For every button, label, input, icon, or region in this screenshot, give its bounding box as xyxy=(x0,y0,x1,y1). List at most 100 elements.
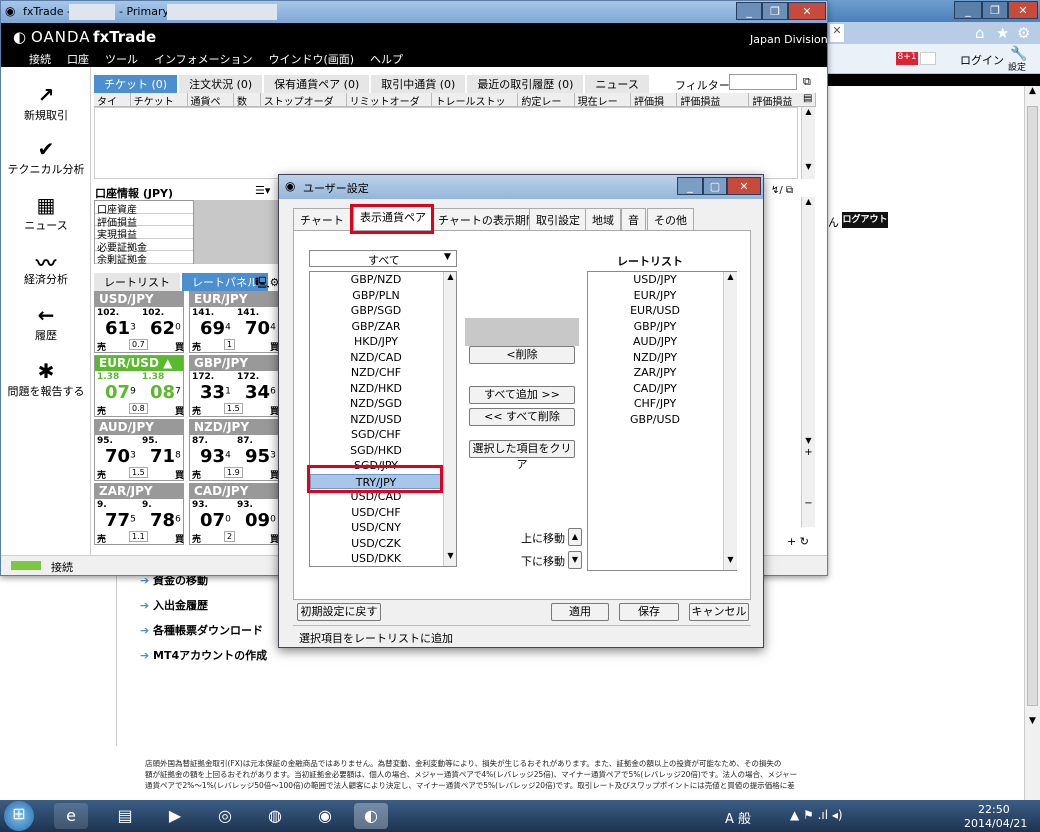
fx-minimize-button[interactable]: _ xyxy=(736,2,762,20)
login-link[interactable]: ログイン xyxy=(960,52,1004,68)
fxtrade-taskbar-icon[interactable]: ◐ xyxy=(354,803,388,829)
apply-button[interactable]: 適用 xyxy=(551,603,609,621)
list-item[interactable]: CHF/JPY xyxy=(588,396,722,412)
add-all-button[interactable]: すべて追加 >> xyxy=(469,386,575,404)
ask-quote[interactable]: 172. 346 買 xyxy=(237,372,281,417)
column-header[interactable]: 数量 xyxy=(233,93,261,106)
rate-tile[interactable]: NZD/JPY 87. 934 売 87. 953 買 1.9 xyxy=(189,419,279,481)
ask-quote[interactable]: 93. 090 買 xyxy=(237,500,281,545)
gear-icon[interactable]: ⚙ xyxy=(1017,24,1030,42)
add-button-disabled[interactable] xyxy=(465,318,579,346)
column-header[interactable]: 約定レート xyxy=(518,93,575,106)
rate-tile[interactable]: EUR/JPY 141. 694 売 141. 704 買 1 xyxy=(189,291,279,353)
dialog-close-button[interactable]: ✕ xyxy=(727,177,761,195)
dialog-tab[interactable]: 音 xyxy=(621,208,646,230)
list-item[interactable]: EUR/JPY xyxy=(588,288,722,304)
list-item[interactable]: SGD/HKD xyxy=(310,443,442,459)
dialog-tab[interactable]: 取引設定 xyxy=(529,208,587,230)
fx-restore-button[interactable]: ❐ xyxy=(762,2,788,20)
remove-all-button[interactable]: << すべて削除 xyxy=(469,408,575,426)
column-header[interactable]: 評価損益 xyxy=(630,93,678,106)
tab-close-icon[interactable]: ✕ xyxy=(830,24,844,42)
dialog-tab[interactable]: その他 xyxy=(647,208,694,230)
ask-quote[interactable]: 1.38 087 買 xyxy=(142,372,186,417)
list-item[interactable]: GBP/NZD xyxy=(310,272,442,288)
restore-button[interactable]: ❐ xyxy=(982,1,1008,19)
explorer-icon[interactable]: ▤ xyxy=(108,803,142,829)
ask-quote[interactable]: 9. 786 買 xyxy=(142,500,186,545)
list-item[interactable]: CAD/JPY xyxy=(588,381,722,397)
list-item[interactable]: ZAR/JPY xyxy=(588,365,722,381)
menu-item[interactable]: インフォメーション xyxy=(146,51,260,67)
start-button[interactable]: ⊞ xyxy=(4,801,34,831)
move-down-button[interactable]: ▼ xyxy=(568,551,582,569)
sidebar-item[interactable]: ← 履歴 xyxy=(1,303,91,343)
sidebar-item[interactable]: ▦ ニュース xyxy=(1,193,91,233)
popout-icon[interactable]: ⧉ xyxy=(803,75,811,89)
list-item[interactable]: USD/DKK xyxy=(310,551,442,566)
list-item[interactable]: NZD/JPY xyxy=(588,350,722,366)
list-item[interactable]: USD/CZK xyxy=(310,536,442,552)
star-icon[interactable]: ★ xyxy=(996,24,1009,42)
list-item[interactable]: SGD/CHF xyxy=(310,427,442,443)
rate-tile[interactable]: ZAR/JPY 9. 775 売 9. 786 買 1.1 xyxy=(94,483,184,545)
list-item[interactable]: USD/JPY xyxy=(588,272,722,288)
ratelist-list[interactable]: USD/JPY EUR/JPY EUR/USD GBP/JPY AUD/JPY NZD/J… xyxy=(587,271,737,571)
browser-scrollbar[interactable]: ▲ ▼ xyxy=(1024,86,1040,800)
ie-icon[interactable]: e xyxy=(54,803,88,829)
columns-icon[interactable]: ▤ xyxy=(803,93,812,104)
sidebar-item[interactable]: ↗ 新規取引 xyxy=(1,83,91,123)
menu-item[interactable]: ウインドウ(画面) xyxy=(260,51,362,67)
column-header[interactable]: チケットID xyxy=(130,93,188,106)
column-header[interactable]: ストップオーダー xyxy=(260,93,347,106)
reset-defaults-button[interactable]: 初期設定に戻す xyxy=(297,603,381,621)
list-item[interactable]: GBP/PLN xyxy=(310,288,442,304)
list-item[interactable]: NZD/CAD xyxy=(310,350,442,366)
dialog-tab[interactable]: チャート xyxy=(293,208,351,230)
dialog-minimize-button[interactable]: _ xyxy=(677,177,703,195)
nav-link[interactable]: ➔ MT4アカウントの作成 xyxy=(140,647,340,672)
rate-tile[interactable]: USD/JPY 102. 613 売 102. 620 買 0.7 xyxy=(94,291,184,353)
list-item[interactable]: USD/CNY xyxy=(310,520,442,536)
column-header[interactable]: タイプ xyxy=(94,93,131,106)
globe-icon[interactable]: ◉ xyxy=(308,803,342,829)
rate-tile[interactable]: AUD/JPY 95. 703 売 95. 718 買 1.5 xyxy=(94,419,184,481)
rate-tile[interactable]: EUR/USD ▲ 1.38 079 売 1.38 087 買 0.8 xyxy=(94,355,184,417)
order-tab[interactable]: 注文状況 (0) xyxy=(179,75,263,93)
pair-filter-select[interactable]: すべて ▼ xyxy=(309,250,457,267)
ask-quote[interactable]: 87. 953 買 xyxy=(237,436,281,481)
save-button[interactable]: 保存 xyxy=(619,603,679,621)
close-button[interactable]: ✕ xyxy=(1008,1,1038,19)
dialog-tab[interactable]: 地域 xyxy=(585,208,621,230)
dialog-maximize-button[interactable]: ▢ xyxy=(703,177,727,195)
order-tab[interactable]: 保有通貨ペア (0) xyxy=(264,75,370,93)
sidebar-item[interactable]: ✔ テクニカル分析 xyxy=(1,137,91,177)
ask-quote[interactable]: 95. 718 買 xyxy=(142,436,186,481)
list-item[interactable]: GBP/ZAR xyxy=(310,319,442,335)
rate-tile[interactable]: CAD/JPY 93. 070 売 93. 090 買 2 xyxy=(189,483,279,545)
media-player-icon[interactable]: ▶ xyxy=(158,803,192,829)
sidebar-item[interactable]: ✱ 問題を報告する xyxy=(1,359,91,399)
order-scrollbar[interactable]: ▲ ▼ xyxy=(801,107,815,179)
dialog-tab[interactable]: チャートの表示期間 xyxy=(431,208,544,230)
list-item[interactable]: NZD/HKD xyxy=(310,381,442,397)
list-item[interactable]: NZD/USD xyxy=(310,412,442,428)
zoom-in-icon[interactable]: + ↻ xyxy=(787,535,809,548)
list-item[interactable]: USD/HKD xyxy=(310,567,442,568)
settings-label[interactable]: 設定 xyxy=(1008,60,1026,73)
home-icon[interactable]: ⌂ xyxy=(975,24,985,42)
column-header[interactable]: 現在レート xyxy=(574,93,631,106)
rate-tile[interactable]: GBP/JPY 172. 331 売 172. 346 買 1.5 xyxy=(189,355,279,417)
remove-button[interactable]: <削除 xyxy=(469,346,575,364)
list-item[interactable]: GBP/JPY xyxy=(588,319,722,335)
order-tab[interactable]: 最近の取引履歴 (0) xyxy=(467,75,584,93)
list-item[interactable]: HKD/JPY xyxy=(310,334,442,350)
move-up-button[interactable]: ▲ xyxy=(568,528,582,546)
menu-item[interactable]: ツール xyxy=(97,51,146,67)
list-item[interactable]: AUD/JPY xyxy=(588,334,722,350)
column-header[interactable]: リミットオーダー xyxy=(346,93,433,106)
fx-close-button[interactable]: ✕ xyxy=(788,2,826,20)
menu-item[interactable]: 口座 xyxy=(59,51,97,67)
ask-quote[interactable]: 102. 620 買 xyxy=(142,308,186,353)
order-tab[interactable]: チケット (0) xyxy=(94,75,178,93)
